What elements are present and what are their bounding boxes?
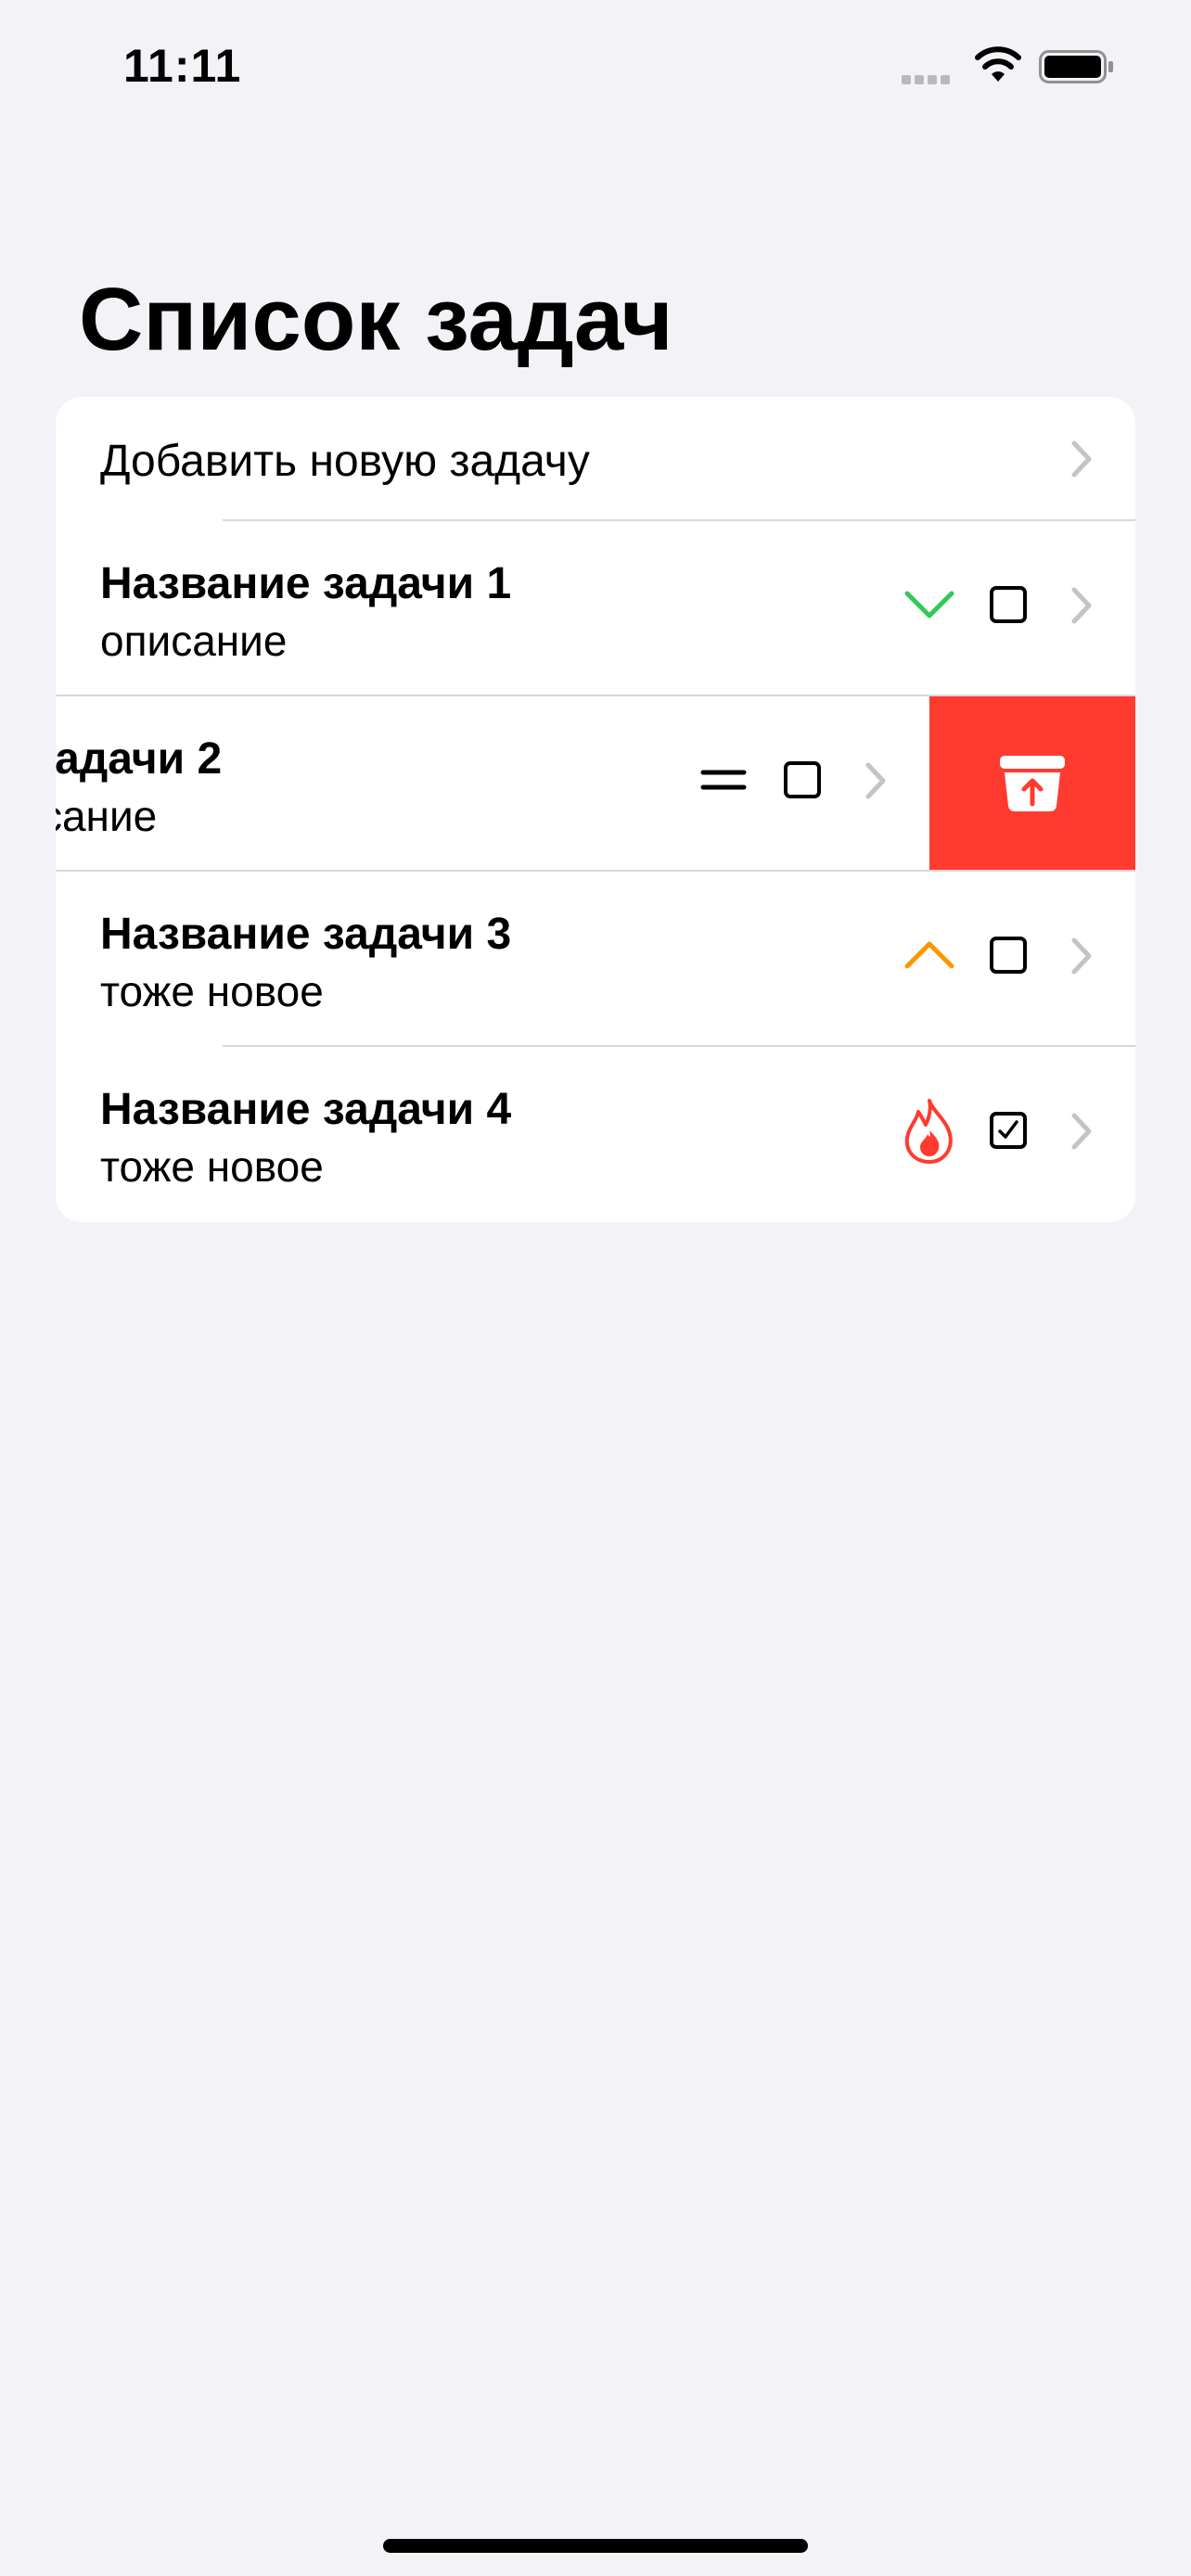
equals-icon [700, 770, 747, 790]
task-description: тоже новое [100, 1142, 324, 1191]
add-task-row[interactable]: Добавить новую задачу [56, 397, 1135, 519]
archive-box-icon [1000, 756, 1065, 811]
done-checkbox[interactable] [784, 761, 821, 798]
swiped-content: Название задачи 2 Ну вот и какое-нибудь … [56, 696, 929, 871]
status-bar: 11:11 [0, 0, 1191, 130]
done-checkbox-checked[interactable] [990, 1112, 1027, 1149]
wifi-icon [975, 46, 1021, 82]
chevron-down-icon [904, 591, 954, 618]
task-description: тоже новое [100, 967, 324, 1015]
status-time: 11:11 [123, 40, 242, 92]
chevron-right-icon [1071, 440, 1092, 478]
checkmark-icon [998, 1120, 1018, 1139]
cellular-signal-icon [902, 72, 954, 89]
task-title: Название задачи 4 [100, 1085, 512, 1134]
task-description: описание [100, 617, 288, 665]
swipe-container: Название задачи 2 Ну вот и какое-нибудь … [56, 696, 1135, 871]
battery-icon [1039, 50, 1113, 83]
task-title: Название задачи 1 [100, 559, 512, 608]
done-checkbox[interactable] [990, 586, 1027, 623]
task-description: Ну вот и какое-нибудь другое описание [56, 792, 158, 840]
swipe-delete-button[interactable] [929, 696, 1135, 871]
chevron-right-icon [865, 762, 886, 799]
task-title: Название задачи 3 [100, 910, 512, 959]
task-row[interactable]: Название задачи 1 описание [56, 521, 1135, 695]
chevron-right-icon [1071, 587, 1092, 624]
chevron-right-icon [1071, 1113, 1092, 1150]
done-checkbox[interactable] [990, 937, 1027, 974]
task-row[interactable]: Название задачи 4 тоже новое [56, 1047, 1135, 1221]
add-task-label: Добавить новую задачу [100, 437, 590, 486]
task-row-swiped[interactable]: Название задачи 2 Ну вот и какое-нибудь … [56, 696, 1135, 871]
task-row[interactable]: Название задачи 3 тоже новое [56, 872, 1135, 1046]
task-title: Название задачи 2 [56, 734, 223, 784]
page-title: Список задач [79, 270, 673, 369]
flame-icon [904, 1099, 953, 1164]
task-list: Добавить новую задачу Название задачи 1 … [56, 397, 1135, 1222]
home-indicator[interactable] [383, 2539, 808, 2553]
chevron-up-icon [904, 941, 954, 969]
chevron-right-icon [1071, 937, 1092, 975]
